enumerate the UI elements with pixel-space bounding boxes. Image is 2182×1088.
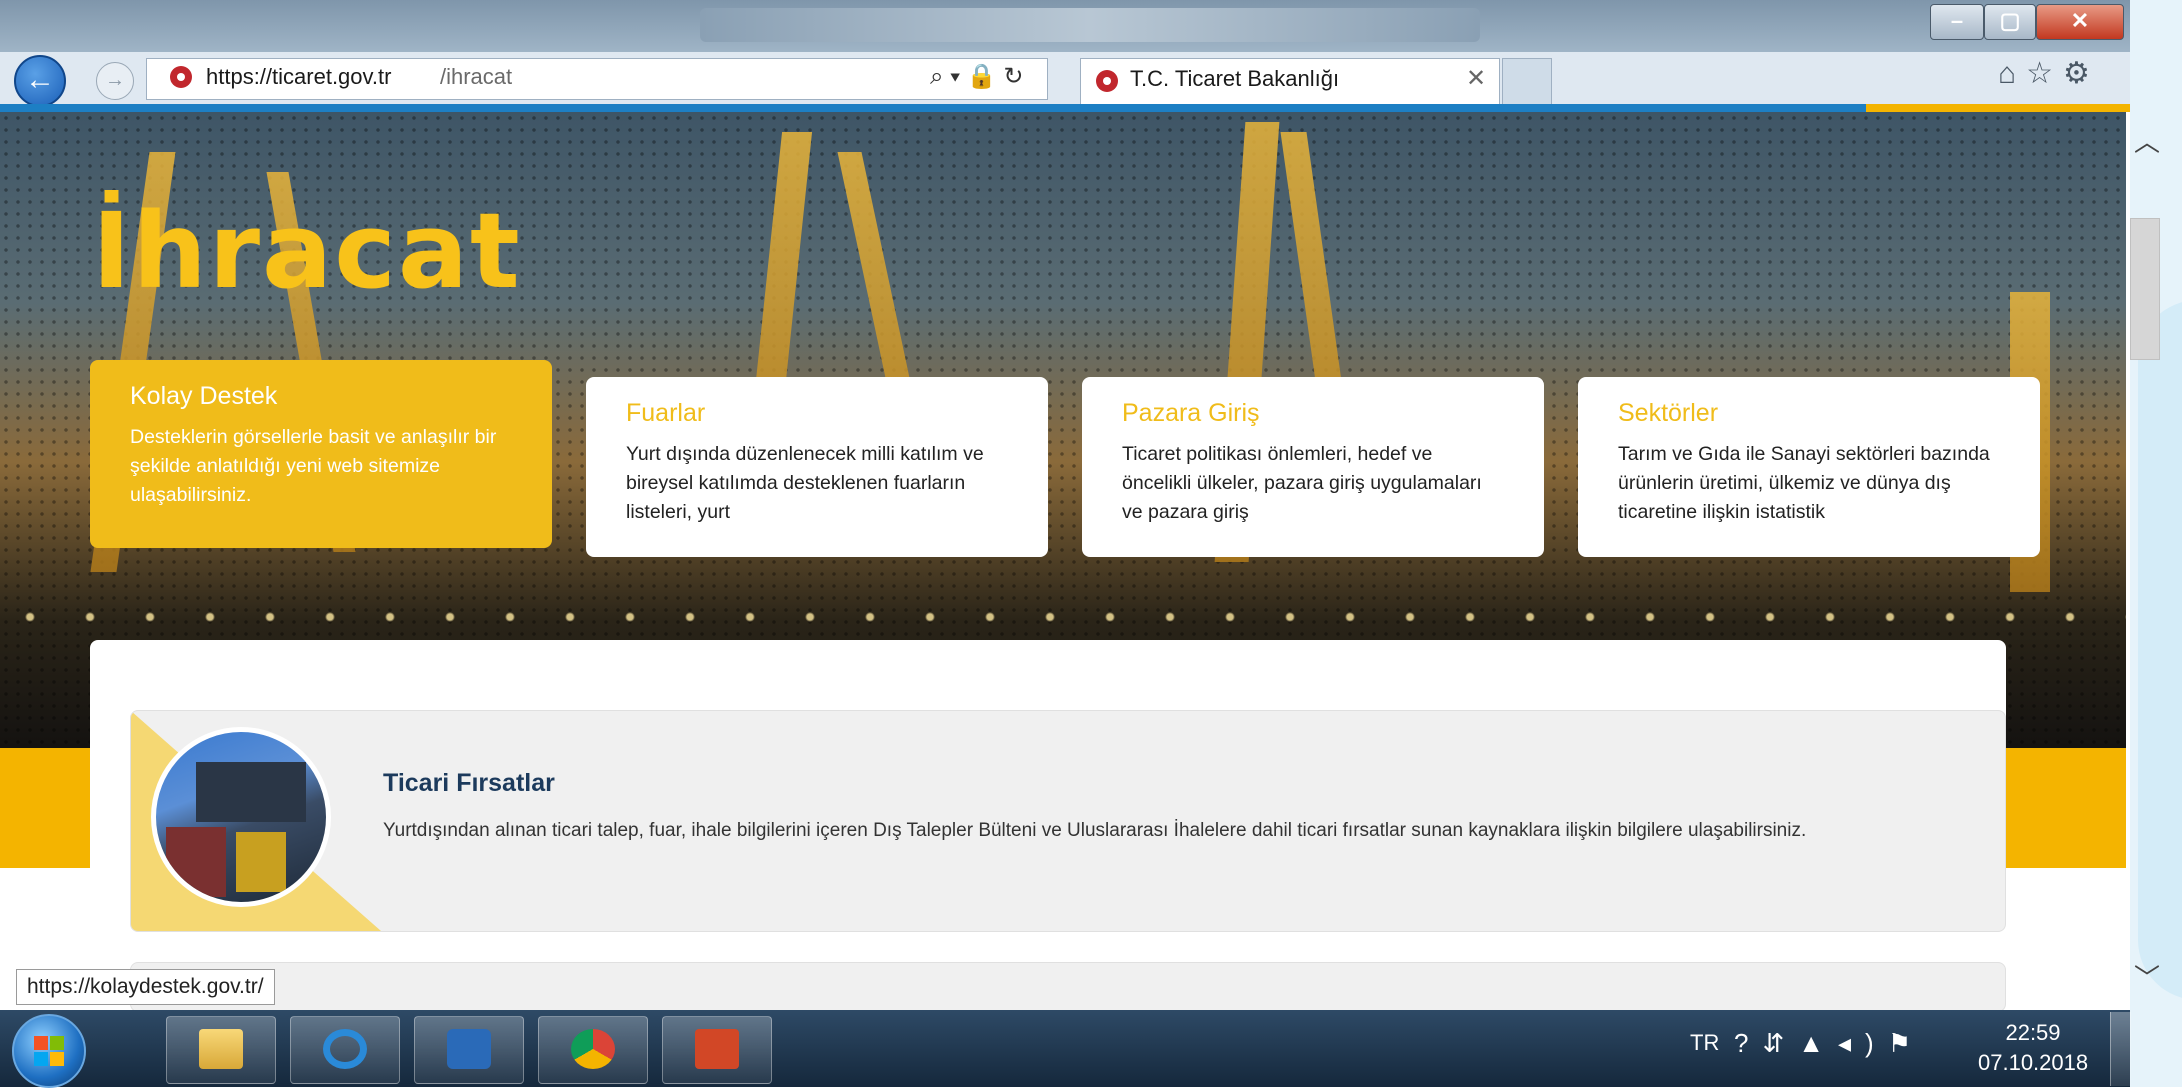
chrome-icon [571, 1029, 615, 1069]
taskbar-app-folder[interactable] [166, 1016, 276, 1084]
card-text: Yurt dışında düzenlenecek milli katılım … [626, 443, 984, 523]
card-text: Ticaret politikası önlemleri, hedef ve ö… [1122, 443, 1482, 523]
minimize-button[interactable]: – [1930, 4, 1984, 40]
scroll-down-icon[interactable]: ﹀ [2134, 958, 2160, 995]
powerpoint-icon [695, 1029, 739, 1069]
tab-favicon-icon [1096, 70, 1118, 92]
card-text: Desteklerin görsellerle basit ve anlaşıl… [130, 426, 497, 506]
address-bar-icons[interactable]: ⌕ ▾ 🔒 ↻ [930, 62, 1024, 91]
clock-time: 22:59 [2005, 1020, 2061, 1045]
card-kolay-destek[interactable]: Kolay Destek Desteklerin görsellerle bas… [90, 360, 552, 548]
scrollbar-thumb[interactable] [2130, 218, 2160, 360]
ie-icon [323, 1029, 367, 1069]
language-indicator[interactable]: TR [1690, 1030, 1719, 1056]
browser-tool-icons[interactable]: ⌂☆⚙ [1998, 56, 2100, 91]
right-edge-decoration [2138, 300, 2182, 1000]
site-favicon-icon [170, 66, 192, 88]
item-title: Ticari Fırsatlar [383, 769, 555, 797]
card-title: Fuarlar [626, 399, 706, 427]
card-title: Kolay Destek [130, 382, 278, 410]
next-item[interactable] [130, 962, 2006, 1012]
container-shape [166, 827, 226, 897]
container-shape [196, 762, 306, 822]
folder-icon [199, 1029, 243, 1069]
harbor-lights [0, 602, 2126, 632]
status-url: https://kolaydestek.gov.tr/ [16, 969, 275, 1005]
start-button[interactable] [12, 1014, 86, 1088]
scroll-up-icon[interactable]: ︿ [2134, 122, 2160, 159]
page-title: İhracat [92, 190, 522, 312]
site-accent-line [0, 104, 2130, 112]
forward-button[interactable]: → [96, 62, 134, 100]
card-text: Tarım ve Gıda ile Sanayi sektörleri bazı… [1618, 443, 1990, 523]
taskbar-app-chrome[interactable] [538, 1016, 648, 1084]
tab-title: T.C. Ticaret Bakanlığı [1130, 66, 1340, 91]
close-window-button[interactable]: ✕ [2036, 4, 2124, 40]
site-accent-yellow [1866, 104, 2130, 112]
maximize-button[interactable]: ▢ [1984, 4, 2036, 40]
item-text: Yurtdışından alınan ticari talep, fuar, … [383, 820, 1807, 841]
clock[interactable]: 22:59 07.10.2018 [1978, 1018, 2088, 1078]
window-title-blurred [700, 8, 1480, 42]
taskbar-app-ie[interactable] [290, 1016, 400, 1084]
card-sektorler[interactable]: Sektörler Tarım ve Gıda ile Sanayi sektö… [1578, 377, 2040, 557]
container-shape [236, 832, 286, 892]
url-path: /ihracat [440, 64, 513, 89]
taskbar-app-media[interactable] [414, 1016, 524, 1084]
containers-image [151, 727, 331, 907]
back-button[interactable]: ← [14, 55, 66, 107]
tab-close-icon[interactable]: ✕ [1466, 64, 1486, 93]
card-title: Pazara Giriş [1122, 399, 1260, 427]
new-tab-button[interactable] [1502, 58, 1552, 105]
clock-date: 07.10.2018 [1978, 1050, 2089, 1075]
window-title-bar [0, 0, 2130, 52]
card-pazara-giris[interactable]: Pazara Giriş Ticaret politikası önlemler… [1082, 377, 1544, 557]
url-host: https://ticaret.gov.tr [206, 64, 392, 89]
media-player-icon [447, 1029, 491, 1069]
ticari-firsatlar-item[interactable]: Ticari Fırsatlar Yurtdışından alınan tic… [130, 710, 2006, 932]
show-desktop-button[interactable] [2110, 1012, 2131, 1086]
card-title: Sektörler [1618, 399, 1719, 427]
system-tray-icons[interactable]: ?⇵▲◂)⚑ [1734, 1028, 1925, 1059]
taskbar-app-powerpoint[interactable] [662, 1016, 772, 1084]
card-fuarlar[interactable]: Fuarlar Yurt dışında düzenlenecek milli … [586, 377, 1048, 557]
